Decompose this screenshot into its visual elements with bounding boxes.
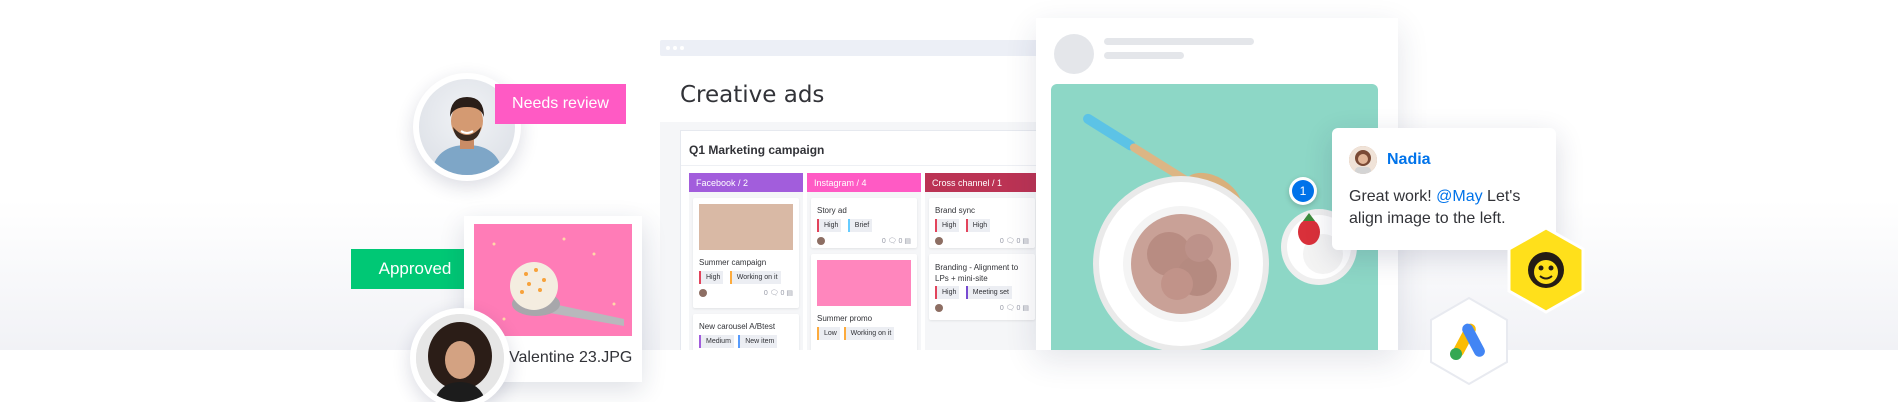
card-title: New carousel A/Btest: [699, 322, 776, 331]
chat-icon: 🗨︎: [1005, 238, 1015, 245]
ice-cream-scoop-image: [474, 224, 632, 336]
comment-text-part: Great work!: [1349, 188, 1437, 205]
comment-text: Great work! @May Let's align image to th…: [1349, 186, 1549, 230]
chat-icon: 🗨︎: [1005, 305, 1015, 312]
card-meta: 0 🗨︎ 0 ▤: [935, 303, 1029, 313]
status-pill[interactable]: Medium: [699, 335, 734, 348]
mention-link[interactable]: @May: [1436, 188, 1482, 205]
updates-count: 0: [999, 238, 1004, 245]
card-meta: 0 🗨︎ 0 ▤: [699, 288, 793, 298]
subitems-count: 0: [1016, 305, 1021, 312]
column-header[interactable]: Cross channel / 1: [925, 173, 1039, 192]
comment-author[interactable]: Nadia: [1387, 151, 1431, 169]
window-dot-icon: [680, 46, 684, 50]
uploader-avatar: [410, 308, 510, 402]
post-text-placeholder: [1104, 38, 1254, 45]
chat-icon: 🗨︎: [887, 238, 897, 245]
card-counters: 0 🗨︎ 0 ▤: [1000, 237, 1029, 245]
updates-count: 0: [999, 305, 1004, 312]
card-title: Story ad: [817, 206, 847, 215]
post-text-placeholder: [1104, 52, 1184, 59]
card-meta: 0 🗨︎ 0 ▤: [817, 236, 911, 246]
board-card[interactable]: Brand sync High High 0 🗨︎ 0 ▤: [929, 198, 1035, 248]
card-title: Summer promo: [817, 314, 873, 323]
status-pill[interactable]: New item: [738, 335, 778, 348]
status-pill[interactable]: Working on it: [843, 327, 895, 340]
subitems-count: 0: [898, 238, 903, 245]
approved-badge[interactable]: Approved: [351, 249, 479, 289]
window-dot-icon: [673, 46, 677, 50]
column-header[interactable]: Facebook / 2: [689, 173, 803, 192]
subitems-icon: ▤: [1022, 305, 1029, 312]
board-title: Creative ads: [680, 82, 825, 108]
assignee-avatar: [935, 304, 943, 312]
board-card[interactable]: Summer promo Low Working on it: [811, 254, 917, 350]
card-counters: 0 🗨︎ 0 ▤: [1000, 304, 1029, 312]
subitems-icon: ▤: [1022, 238, 1029, 245]
card-title: Branding - Alignment to LPs + mini-site: [935, 263, 1019, 283]
card-meta: 0 🗨︎ 0 ▤: [935, 236, 1029, 246]
background-footer: [0, 350, 1898, 402]
woman-portrait-image: [416, 314, 504, 402]
status-pill[interactable]: High: [817, 219, 842, 232]
updates-count: 0: [763, 290, 768, 297]
board-card[interactable]: Branding - Alignment to LPs + mini-site H…: [929, 254, 1035, 320]
status-pill[interactable]: High: [935, 286, 960, 299]
post-avatar-placeholder: [1054, 34, 1094, 74]
board-column: Cross channel / 1 Brand sync High High 0 🗨︎ …: [925, 173, 1039, 350]
avatar: [1349, 146, 1377, 174]
chat-icon: 🗨︎: [769, 290, 779, 297]
comment-pin[interactable]: 1: [1289, 177, 1317, 205]
mailchimp-icon: [1507, 226, 1585, 314]
board-card[interactable]: Story ad High Brief 0 🗨︎ 0 ▤: [811, 198, 917, 248]
status-pill[interactable]: Low: [817, 327, 840, 340]
card-title: Brand sync: [935, 206, 976, 215]
comment-pin-number: 1: [1292, 180, 1314, 202]
window-dot-icon: [666, 46, 670, 50]
card-title: Summer campaign: [699, 258, 767, 267]
subitems-icon: ▤: [904, 238, 911, 245]
needs-review-badge[interactable]: Needs review: [495, 84, 626, 124]
post-image[interactable]: [1051, 84, 1378, 350]
subitems-count: 0: [780, 290, 785, 297]
status-pill[interactable]: Brief: [847, 219, 873, 232]
board-column: Instagram / 4 Story ad High Brief 0 🗨︎ 0 ▤ Su…: [807, 173, 921, 350]
ice-cream-bowl-image: [1083, 113, 1357, 350]
file-name[interactable]: Valentine 23.JPG: [509, 349, 632, 367]
board-window-bar: [660, 40, 1040, 56]
divider: [681, 165, 1039, 166]
assignee-avatar: [817, 237, 825, 245]
board-column: Facebook / 2 Summer campaign High Working o…: [689, 173, 803, 350]
card-counters: 0 🗨︎ 0 ▤: [764, 289, 793, 297]
assignee-avatar: [699, 289, 707, 297]
status-pill[interactable]: Working on it: [729, 271, 781, 284]
board-window: Creative ads Q1 Marketing campaign Faceb…: [660, 56, 1040, 350]
updates-count: 0: [881, 238, 886, 245]
board-card[interactable]: Summer campaign High Working on it 0 🗨︎ 0 ▤: [693, 198, 799, 308]
status-pill[interactable]: Meeting set: [965, 286, 1012, 299]
subitems-count: 0: [1016, 238, 1021, 245]
card-counters: 0 🗨︎ 0 ▤: [882, 237, 911, 245]
assignee-avatar: [935, 237, 943, 245]
group-title[interactable]: Q1 Marketing campaign: [689, 143, 824, 157]
subitems-icon: ▤: [786, 290, 793, 297]
status-pill[interactable]: High: [935, 219, 960, 232]
status-pill[interactable]: High: [699, 271, 724, 284]
column-header[interactable]: Instagram / 4: [807, 173, 921, 192]
card-thumbnail-image: [699, 204, 793, 250]
board-card[interactable]: New carousel A/Btest Medium New item: [693, 314, 799, 350]
campaign-group: Q1 Marketing campaign Facebook / 2 Summer…: [680, 130, 1040, 350]
status-pill[interactable]: High: [965, 219, 991, 232]
google-ads-icon: [1430, 296, 1508, 386]
card-thumbnail-image: [817, 260, 911, 306]
